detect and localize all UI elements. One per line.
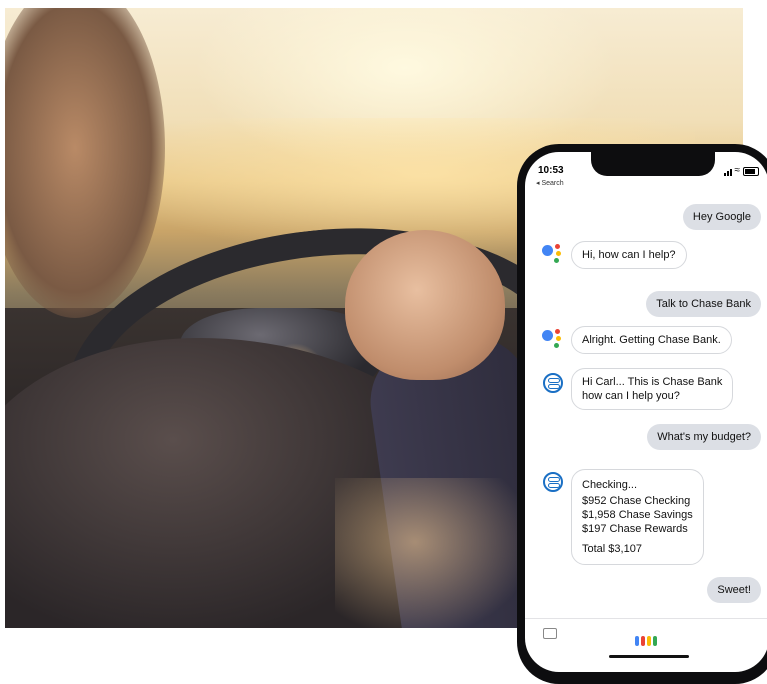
user-message: Hey Google — [682, 204, 761, 230]
composer-divider — [525, 618, 767, 619]
phone-device: 10:53 ◂ Search ≈ Hey Google Hi, how can … — [517, 144, 767, 684]
google-assistant-icon — [542, 242, 564, 264]
home-indicator[interactable] — [609, 655, 689, 658]
driver-hand — [345, 230, 505, 380]
phone-notch — [591, 152, 715, 176]
assistant-message: Hi, how can I help? — [571, 241, 687, 269]
google-assistant-icon — [542, 327, 564, 349]
chase-logo-icon — [543, 373, 563, 393]
phone-screen: 10:53 ◂ Search ≈ Hey Google Hi, how can … — [525, 152, 767, 672]
user-message: Sweet! — [707, 577, 761, 603]
back-to-search-link[interactable]: ◂ Search — [536, 179, 564, 187]
assistant-mic-icon[interactable] — [635, 636, 657, 646]
driver-head — [5, 8, 165, 318]
battery-icon — [743, 167, 759, 176]
lens-flare — [335, 478, 535, 628]
status-time: 10:53 — [538, 165, 564, 176]
wifi-icon: ≈ — [734, 165, 741, 176]
assistant-message: Alright. Getting Chase Bank. — [571, 326, 732, 354]
user-message: Talk to Chase Bank — [646, 291, 761, 317]
chase-balance-message: Checking... $952 Chase Checking $1,958 C… — [571, 469, 704, 565]
status-icons: ≈ — [723, 165, 759, 176]
chase-logo-icon — [543, 472, 563, 492]
chase-message: Hi Carl... This is Chase Bank how can I … — [571, 368, 734, 410]
user-message: What's my budget? — [647, 424, 761, 450]
signal-icon — [723, 169, 732, 176]
keyboard-icon[interactable] — [543, 628, 557, 639]
